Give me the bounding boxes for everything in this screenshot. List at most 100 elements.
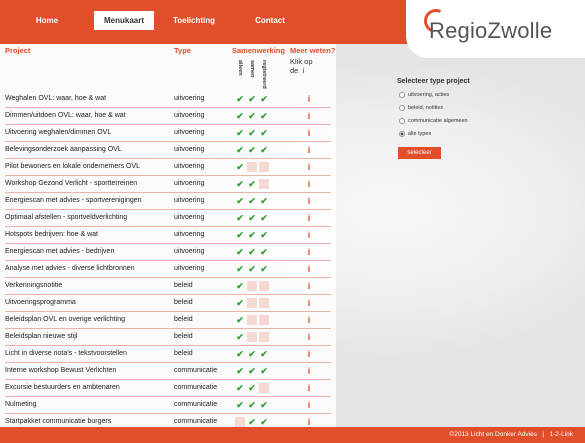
project-type: beleid [174,282,193,289]
check-icon: ✔ [260,400,268,410]
info-icon[interactable]: i [306,128,312,138]
table-row: Verkenningsnotitie beleid ✔ i [5,278,331,295]
footer-separator: | [542,431,545,438]
radio-icon[interactable] [399,91,405,98]
logo-area[interactable]: RegioZwolle [406,0,585,58]
main-nav: Home Menukaart Toelichting Contact [0,11,306,30]
check-icon: ✔ [236,247,244,257]
project-name: Excursie bestuurders en ambtenaren [5,384,120,391]
empty-cell [247,315,257,325]
info-icon[interactable]: i [306,162,312,172]
check-icon: ✔ [236,298,244,308]
nav-home[interactable]: Home [0,11,94,30]
info-icon[interactable]: i [306,247,312,257]
info-icon[interactable]: i [306,179,312,189]
project-name: Belevingsonderzoek aanpassing OVL [5,146,122,153]
header-type: Type [174,46,191,55]
project-name: Optimaal afstellen - sportveldverlichtin… [5,214,128,221]
empty-cell [259,332,269,342]
info-icon[interactable]: i [306,349,312,359]
info-icon[interactable]: i [306,400,312,410]
filter-option[interactable]: communicatie algemeen [397,114,470,127]
check-icon: ✔ [260,145,268,155]
empty-cell [259,298,269,308]
info-icon[interactable]: i [306,281,312,291]
info-icon[interactable]: i [306,332,312,342]
check-icon: ✔ [236,349,244,359]
radio-icon[interactable] [399,130,405,137]
check-icon: ✔ [236,264,244,274]
check-icon: ✔ [248,128,256,138]
check-icon: ✔ [236,315,244,325]
empty-cell [247,332,257,342]
info-icon[interactable]: i [306,417,312,427]
check-icon: ✔ [260,213,268,223]
check-icon: ✔ [260,111,268,121]
filter-option-label: uitvoering, acties [408,91,450,98]
nav-contact[interactable]: Contact [234,11,306,30]
check-icon: ✔ [236,128,244,138]
info-icon[interactable]: i [306,111,312,121]
check-icon: ✔ [248,179,256,189]
nav-toelichting[interactable]: Toelichting [154,11,234,30]
footer: ©2013 Licht en Donker Advies | 1-2-Link [0,427,585,443]
info-icon[interactable]: i [306,383,312,393]
empty-cell [259,281,269,291]
info-icon[interactable]: i [306,264,312,274]
table-row: Belevingsonderzoek aanpassing OVL uitvoer… [5,142,331,159]
project-type: communicatie [174,418,218,425]
check-icon: ✔ [236,366,244,376]
table-row: Energiescan met advies - bedrijven uitvoe… [5,244,331,261]
info-icon[interactable]: i [306,315,312,325]
check-icon: ✔ [260,94,268,104]
selecteer-button[interactable]: selecteer [398,147,441,159]
table-row: Excursie bestuurders en ambtenaren commun… [5,380,331,397]
footer-copyright[interactable]: ©2013 Licht en Donker Advies [449,431,537,438]
subheader-samen: samen [249,60,255,78]
project-type: communicatie [174,401,218,408]
filter-option[interactable]: beleid, notities [397,101,470,114]
info-icon[interactable]: i [306,298,312,308]
project-type: uitvoering [174,95,205,102]
radio-icon[interactable] [399,117,405,124]
logo-text: RegioZwolle [429,18,553,43]
check-icon: ✔ [248,111,256,121]
check-icon: ✔ [248,196,256,206]
check-icon: ✔ [236,230,244,240]
filter-option[interactable]: alle types [397,127,470,140]
project-type: beleid [174,316,193,323]
check-icon: ✔ [260,349,268,359]
table-row: Licht in diverse nota's - tekstvoorstell… [5,346,331,363]
radio-icon[interactable] [399,104,405,111]
empty-cell [259,162,269,172]
check-icon: ✔ [248,213,256,223]
table-row: Energiescan met advies - sportvereniging… [5,193,331,210]
info-icon[interactable]: i [306,196,312,206]
check-icon: ✔ [236,145,244,155]
info-icon[interactable]: i [306,94,312,104]
project-type: uitvoering [174,180,205,187]
filter-option[interactable]: uitvoering, acties [397,88,470,101]
filter-options: uitvoering, acties beleid, notities commun… [397,88,470,140]
project-name: Startpakket communicatie burgers [5,418,112,425]
check-icon: ✔ [248,264,256,274]
project-type: beleid [174,350,193,357]
empty-cell [259,383,269,393]
table-row: Uitvoering weghalen/dimmen OVL uitvoering… [5,125,331,142]
info-icon[interactable]: i [306,366,312,376]
check-icon: ✔ [260,230,268,240]
project-type: uitvoering [174,163,205,170]
table-row: Analyse met advies - diverse lichtbronne… [5,261,331,278]
info-icon[interactable]: i [306,213,312,223]
table-row: Pilot bewoners en lokale ondernemers OVL… [5,159,331,176]
check-icon: ✔ [260,196,268,206]
check-icon: ✔ [260,264,268,274]
footer-link[interactable]: 1-2-Link [550,431,573,438]
info-icon[interactable]: i [306,145,312,155]
project-type: beleid [174,299,193,306]
info-icon[interactable]: i [306,230,312,240]
check-icon: ✔ [236,213,244,223]
check-icon: ✔ [248,230,256,240]
nav-menukaart[interactable]: Menukaart [94,11,154,30]
table-row: Beleidsplan nieuwe stijl beleid ✔ i [5,329,331,346]
